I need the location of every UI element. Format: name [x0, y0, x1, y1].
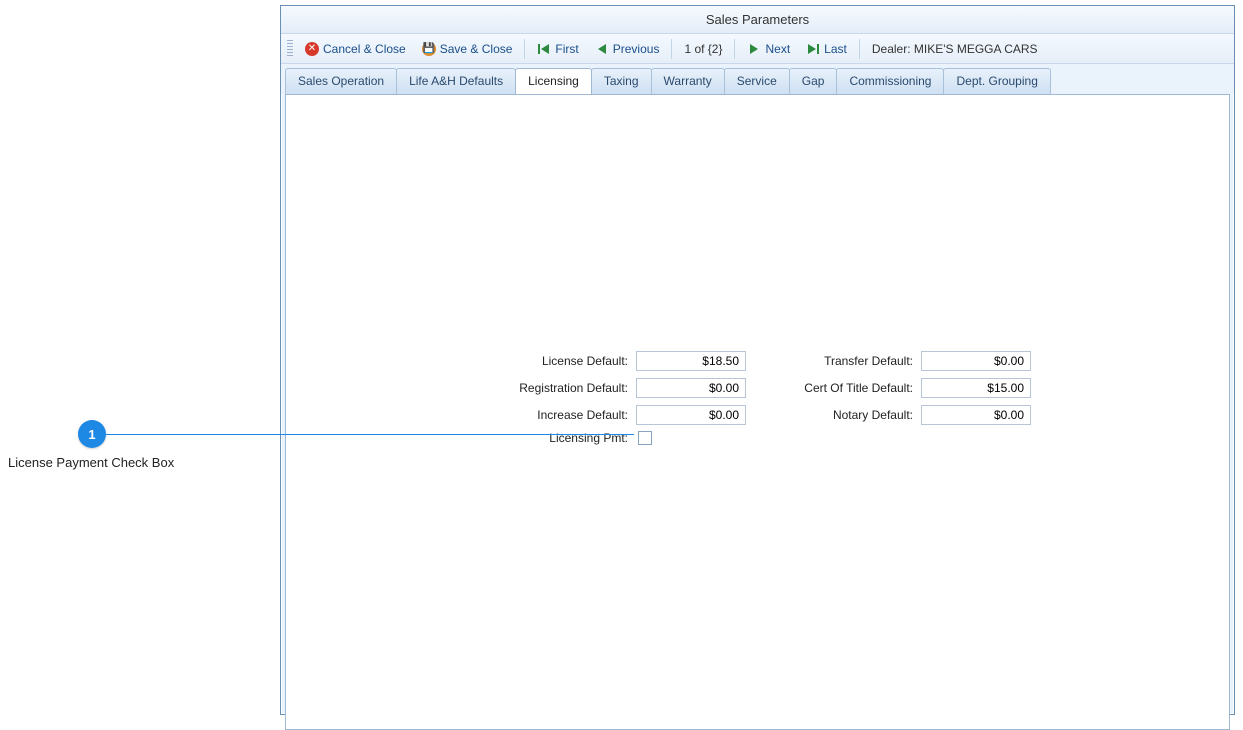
tab-service[interactable]: Service: [724, 68, 790, 94]
tab-commissioning[interactable]: Commissioning: [836, 68, 944, 94]
tab-dept-grouping[interactable]: Dept. Grouping: [943, 68, 1050, 94]
callout-badge: 1: [78, 420, 106, 448]
licensing-pmt-checkbox[interactable]: [638, 431, 652, 445]
tab-sales-operation[interactable]: Sales Operation: [285, 68, 397, 94]
form-column-left: License Default: Registration Default: I…: [486, 351, 746, 425]
increase-default-input[interactable]: [636, 405, 746, 425]
tab-gap[interactable]: Gap: [789, 68, 838, 94]
transfer-default-label: Transfer Default:: [771, 354, 921, 368]
license-default-input[interactable]: [636, 351, 746, 371]
notary-default-input[interactable]: [921, 405, 1031, 425]
cancel-close-button[interactable]: ✕ Cancel & Close: [297, 39, 414, 59]
toolbar-separator: [671, 39, 672, 59]
first-button[interactable]: First: [529, 39, 586, 59]
license-default-label: License Default:: [486, 354, 636, 368]
next-label: Next: [765, 42, 790, 56]
tab-taxing[interactable]: Taxing: [591, 68, 652, 94]
registration-default-label: Registration Default:: [486, 381, 636, 395]
tab-licensing[interactable]: Licensing: [515, 68, 592, 94]
toolbar-separator: [734, 39, 735, 59]
registration-default-input[interactable]: [636, 378, 746, 398]
tabstrip: Sales Operation Life A&H Defaults Licens…: [281, 64, 1234, 94]
save-close-button[interactable]: 💾 Save & Close: [414, 39, 521, 59]
last-button[interactable]: Last: [798, 39, 855, 59]
next-button[interactable]: Next: [739, 39, 798, 59]
notary-default-label: Notary Default:: [771, 408, 921, 422]
first-label: First: [555, 42, 578, 56]
previous-button[interactable]: Previous: [587, 39, 668, 59]
form-column-right: Transfer Default: Cert Of Title Default:…: [771, 351, 1031, 425]
tab-life-ah-defaults[interactable]: Life A&H Defaults: [396, 68, 516, 94]
transfer-default-input[interactable]: [921, 351, 1031, 371]
callout-number: 1: [88, 427, 95, 442]
last-icon: [806, 43, 820, 55]
toolbar-separator: [859, 39, 860, 59]
previous-icon: [595, 43, 609, 55]
toolbar: ✕ Cancel & Close 💾 Save & Close First Pr…: [281, 34, 1234, 64]
dealer-label: Dealer: MIKE'S MEGGA CARS: [864, 39, 1046, 59]
tab-content-licensing: License Default: Registration Default: I…: [285, 94, 1230, 730]
save-close-label: Save & Close: [440, 42, 513, 56]
toolbar-separator: [524, 39, 525, 59]
save-icon: 💾: [422, 42, 436, 56]
cert-title-default-label: Cert Of Title Default:: [771, 381, 921, 395]
callout-text: License Payment Check Box: [8, 455, 174, 470]
window-title: Sales Parameters: [706, 12, 809, 27]
cancel-close-label: Cancel & Close: [323, 42, 406, 56]
first-icon: [537, 43, 551, 55]
increase-default-label: Increase Default:: [486, 408, 636, 422]
toolbar-grip: [287, 40, 293, 58]
callout-line: [106, 434, 634, 435]
previous-label: Previous: [613, 42, 660, 56]
sales-parameters-window: Sales Parameters ✕ Cancel & Close 💾 Save…: [280, 5, 1235, 715]
tab-warranty[interactable]: Warranty: [651, 68, 725, 94]
cert-title-default-input[interactable]: [921, 378, 1031, 398]
cancel-icon: ✕: [305, 42, 319, 56]
last-label: Last: [824, 42, 847, 56]
next-icon: [747, 43, 761, 55]
record-position: 1 of {2}: [676, 39, 730, 59]
window-titlebar: Sales Parameters: [281, 6, 1234, 34]
